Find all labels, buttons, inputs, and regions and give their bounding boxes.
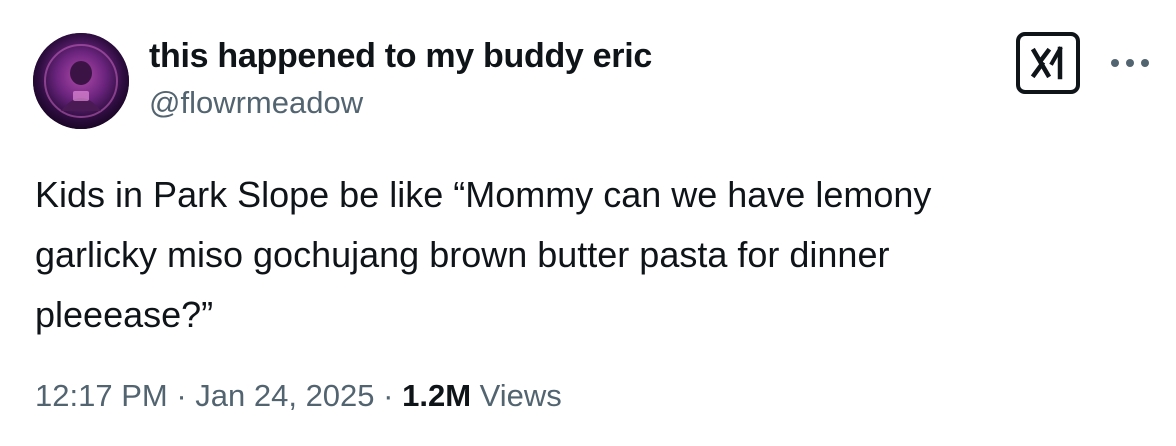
meta-separator: · bbox=[167, 378, 196, 413]
author-handle[interactable]: @flowrmeadow bbox=[149, 84, 652, 122]
tweet-card: this happened to my buddy eric @flowrmea… bbox=[0, 0, 1176, 446]
views-count: 1.2M bbox=[402, 378, 472, 413]
tweet-text: Kids in Park Slope be like “Mommy can we… bbox=[35, 174, 932, 335]
avatar-image bbox=[33, 33, 129, 129]
meta-separator-2: · bbox=[374, 378, 403, 413]
more-options-button[interactable] bbox=[1108, 48, 1152, 78]
author-block: this happened to my buddy eric @flowrmea… bbox=[149, 36, 652, 122]
views-label: Views bbox=[479, 378, 562, 413]
author-display-name[interactable]: this happened to my buddy eric bbox=[149, 36, 652, 76]
more-icon bbox=[1111, 59, 1149, 67]
grok-icon bbox=[1030, 46, 1063, 80]
tweet-date[interactable]: Jan 24, 2025 bbox=[195, 378, 374, 413]
tweet-meta: 12:17 PM · Jan 24, 2025 · 1.2M Views bbox=[35, 376, 562, 416]
grok-button[interactable] bbox=[1016, 32, 1080, 94]
avatar[interactable] bbox=[33, 33, 129, 129]
tweet-time[interactable]: 12:17 PM bbox=[35, 378, 168, 413]
